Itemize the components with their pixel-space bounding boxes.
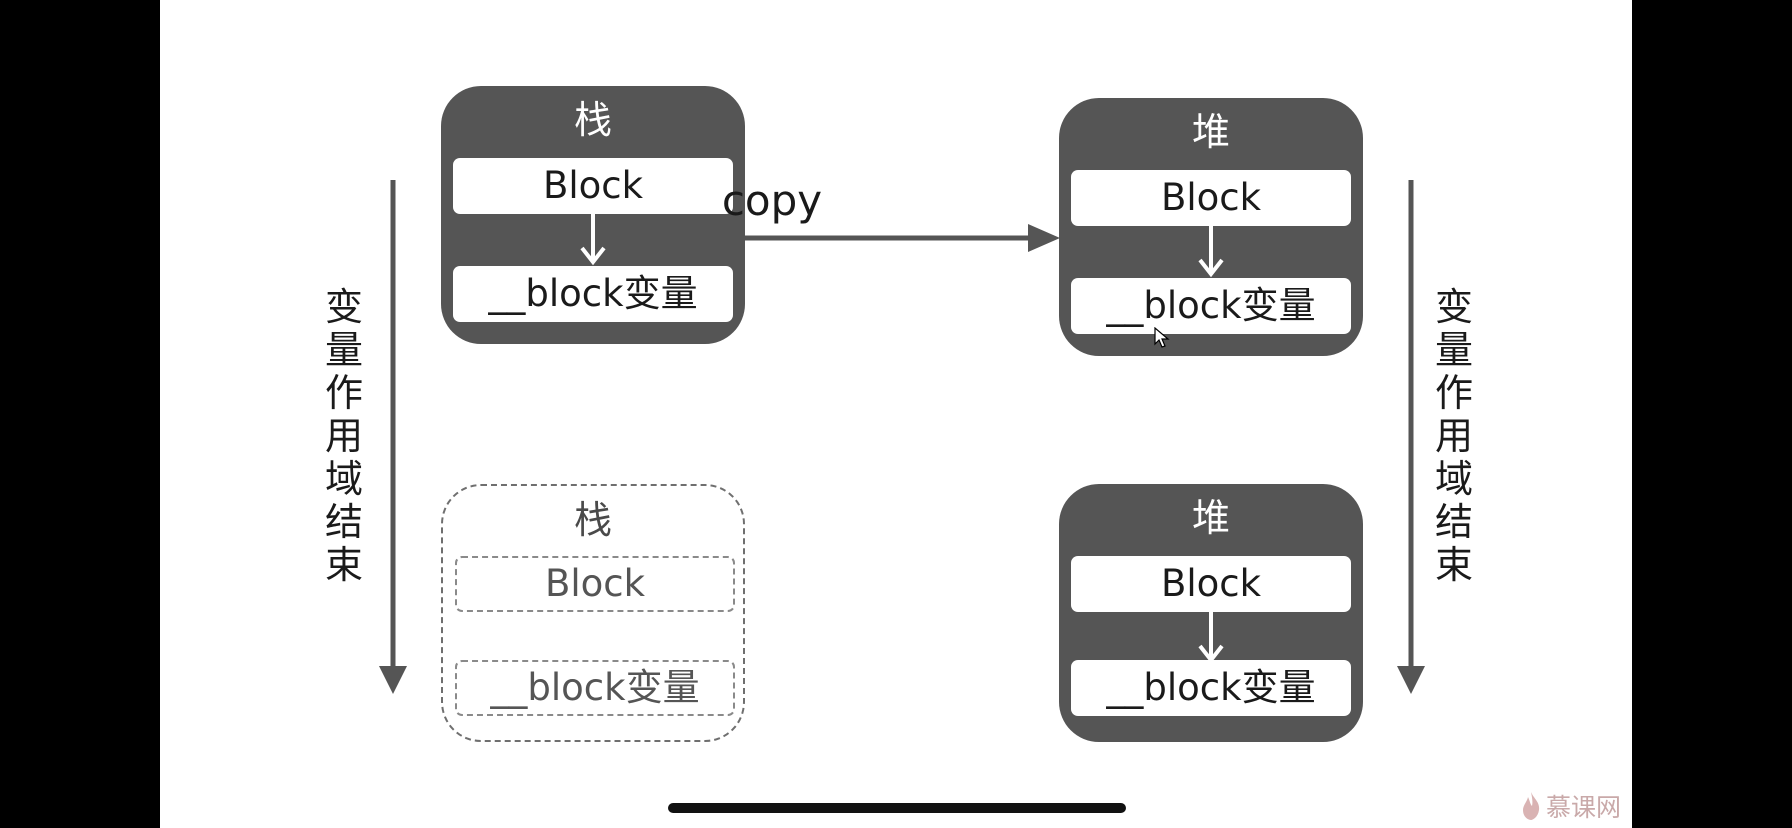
watermark-text: 慕课网 [1546, 793, 1622, 822]
scope-end-arrow-right [1397, 180, 1425, 694]
scope-end-label-right: 变量作用域结束 [1434, 285, 1473, 587]
scope-end-label-left: 变量作用域结束 [324, 285, 363, 587]
diagram-arrows [379, 180, 1425, 694]
copy-arrow [745, 224, 1060, 252]
mouse-cursor-icon [1154, 327, 1170, 348]
copy-label: copy [721, 176, 823, 225]
scope-end-arrow-left [379, 180, 407, 694]
home-indicator[interactable] [668, 803, 1126, 813]
watermark: 慕课网 [1520, 790, 1621, 822]
flame-logo-icon [1523, 792, 1540, 820]
